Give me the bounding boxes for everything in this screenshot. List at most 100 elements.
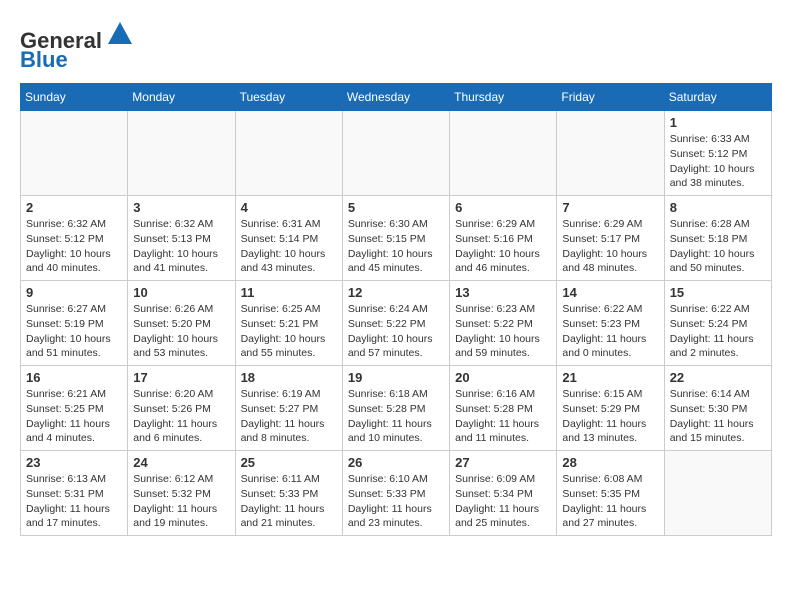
logo-icon <box>106 20 134 48</box>
calendar-cell: 15 Sunrise: 6:22 AM Sunset: 5:24 PM Dayli… <box>664 281 771 366</box>
calendar-cell: 6 Sunrise: 6:29 AM Sunset: 5:16 PM Daylig… <box>450 196 557 281</box>
day-number: 13 <box>455 285 551 300</box>
day-number: 28 <box>562 455 658 470</box>
day-number: 2 <box>26 200 122 215</box>
logo: General Blue <box>20 20 134 73</box>
day-number: 1 <box>670 115 766 130</box>
day-info: Sunrise: 6:32 AM Sunset: 5:13 PM Dayligh… <box>133 217 229 276</box>
calendar-cell: 16Sunrise: 6:21 AM Sunset: 5:25 PM Dayli… <box>21 366 128 451</box>
day-number: 20 <box>455 370 551 385</box>
calendar-cell: 4 Sunrise: 6:31 AM Sunset: 5:14 PM Daylig… <box>235 196 342 281</box>
day-number: 18 <box>241 370 337 385</box>
calendar-cell: 25 Sunrise: 6:11 AM Sunset: 5:33 PM Dayli… <box>235 451 342 536</box>
calendar-cell: 20 Sunrise: 6:16 AM Sunset: 5:28 PM Dayli… <box>450 366 557 451</box>
day-info: Sunrise: 6:11 AM Sunset: 5:33 PM Dayligh… <box>241 472 337 531</box>
calendar-week-row: 2Sunrise: 6:32 AM Sunset: 5:12 PM Daylig… <box>21 196 772 281</box>
day-number: 23 <box>26 455 122 470</box>
day-number: 3 <box>133 200 229 215</box>
day-number: 16 <box>26 370 122 385</box>
day-number: 19 <box>348 370 444 385</box>
calendar-cell: 7 Sunrise: 6:29 AM Sunset: 5:17 PM Daylig… <box>557 196 664 281</box>
calendar-cell <box>557 111 664 196</box>
day-info: Sunrise: 6:14 AM Sunset: 5:30 PM Dayligh… <box>670 387 766 446</box>
day-number: 15 <box>670 285 766 300</box>
day-info: Sunrise: 6:26 AM Sunset: 5:20 PM Dayligh… <box>133 302 229 361</box>
weekday-header-monday: Monday <box>128 84 235 111</box>
day-info: Sunrise: 6:08 AM Sunset: 5:35 PM Dayligh… <box>562 472 658 531</box>
calendar-cell: 9 Sunrise: 6:27 AM Sunset: 5:19 PM Daylig… <box>21 281 128 366</box>
day-info: Sunrise: 6:12 AM Sunset: 5:32 PM Dayligh… <box>133 472 229 531</box>
day-info: Sunrise: 6:27 AM Sunset: 5:19 PM Dayligh… <box>26 302 122 361</box>
day-info: Sunrise: 6:28 AM Sunset: 5:18 PM Dayligh… <box>670 217 766 276</box>
calendar-cell <box>21 111 128 196</box>
calendar-cell: 1 Sunrise: 6:33 AM Sunset: 5:12 PM Daylig… <box>664 111 771 196</box>
day-info: Sunrise: 6:15 AM Sunset: 5:29 PM Dayligh… <box>562 387 658 446</box>
calendar-cell <box>128 111 235 196</box>
calendar-cell: 26Sunrise: 6:10 AM Sunset: 5:33 PM Dayli… <box>342 451 449 536</box>
day-info: Sunrise: 6:10 AM Sunset: 5:33 PM Dayligh… <box>348 472 444 531</box>
page-header: General Blue <box>20 20 772 73</box>
day-info: Sunrise: 6:09 AM Sunset: 5:34 PM Dayligh… <box>455 472 551 531</box>
day-number: 12 <box>348 285 444 300</box>
calendar-cell <box>235 111 342 196</box>
day-info: Sunrise: 6:22 AM Sunset: 5:23 PM Dayligh… <box>562 302 658 361</box>
calendar-cell: 17 Sunrise: 6:20 AM Sunset: 5:26 PM Dayli… <box>128 366 235 451</box>
calendar-table: SundayMondayTuesdayWednesdayThursdayFrid… <box>20 83 772 536</box>
day-number: 21 <box>562 370 658 385</box>
day-info: Sunrise: 6:31 AM Sunset: 5:14 PM Dayligh… <box>241 217 337 276</box>
day-info: Sunrise: 6:25 AM Sunset: 5:21 PM Dayligh… <box>241 302 337 361</box>
day-info: Sunrise: 6:16 AM Sunset: 5:28 PM Dayligh… <box>455 387 551 446</box>
day-info: Sunrise: 6:29 AM Sunset: 5:17 PM Dayligh… <box>562 217 658 276</box>
day-number: 17 <box>133 370 229 385</box>
day-number: 25 <box>241 455 337 470</box>
calendar-cell: 19 Sunrise: 6:18 AM Sunset: 5:28 PM Dayli… <box>342 366 449 451</box>
calendar-cell: 11 Sunrise: 6:25 AM Sunset: 5:21 PM Dayli… <box>235 281 342 366</box>
weekday-header-row: SundayMondayTuesdayWednesdayThursdayFrid… <box>21 84 772 111</box>
calendar-cell: 14 Sunrise: 6:22 AM Sunset: 5:23 PM Dayli… <box>557 281 664 366</box>
weekday-header-wednesday: Wednesday <box>342 84 449 111</box>
weekday-header-saturday: Saturday <box>664 84 771 111</box>
calendar-cell: 22 Sunrise: 6:14 AM Sunset: 5:30 PM Dayli… <box>664 366 771 451</box>
calendar-cell: 8 Sunrise: 6:28 AM Sunset: 5:18 PM Daylig… <box>664 196 771 281</box>
day-info: Sunrise: 6:20 AM Sunset: 5:26 PM Dayligh… <box>133 387 229 446</box>
calendar-cell <box>342 111 449 196</box>
day-info: Sunrise: 6:22 AM Sunset: 5:24 PM Dayligh… <box>670 302 766 361</box>
day-number: 5 <box>348 200 444 215</box>
calendar-cell <box>664 451 771 536</box>
day-number: 9 <box>26 285 122 300</box>
day-number: 14 <box>562 285 658 300</box>
calendar-cell: 2Sunrise: 6:32 AM Sunset: 5:12 PM Daylig… <box>21 196 128 281</box>
calendar-week-row: 23Sunrise: 6:13 AM Sunset: 5:31 PM Dayli… <box>21 451 772 536</box>
weekday-header-sunday: Sunday <box>21 84 128 111</box>
calendar-cell: 13 Sunrise: 6:23 AM Sunset: 5:22 PM Dayli… <box>450 281 557 366</box>
calendar-cell: 24 Sunrise: 6:12 AM Sunset: 5:32 PM Dayli… <box>128 451 235 536</box>
day-number: 10 <box>133 285 229 300</box>
calendar-cell: 21 Sunrise: 6:15 AM Sunset: 5:29 PM Dayli… <box>557 366 664 451</box>
day-number: 11 <box>241 285 337 300</box>
day-info: Sunrise: 6:30 AM Sunset: 5:15 PM Dayligh… <box>348 217 444 276</box>
day-number: 22 <box>670 370 766 385</box>
day-number: 6 <box>455 200 551 215</box>
day-number: 24 <box>133 455 229 470</box>
calendar-cell: 10 Sunrise: 6:26 AM Sunset: 5:20 PM Dayli… <box>128 281 235 366</box>
day-info: Sunrise: 6:23 AM Sunset: 5:22 PM Dayligh… <box>455 302 551 361</box>
weekday-header-tuesday: Tuesday <box>235 84 342 111</box>
weekday-header-thursday: Thursday <box>450 84 557 111</box>
calendar-week-row: 1 Sunrise: 6:33 AM Sunset: 5:12 PM Daylig… <box>21 111 772 196</box>
weekday-header-friday: Friday <box>557 84 664 111</box>
calendar-cell: 12 Sunrise: 6:24 AM Sunset: 5:22 PM Dayli… <box>342 281 449 366</box>
day-info: Sunrise: 6:33 AM Sunset: 5:12 PM Dayligh… <box>670 132 766 191</box>
day-info: Sunrise: 6:18 AM Sunset: 5:28 PM Dayligh… <box>348 387 444 446</box>
day-info: Sunrise: 6:29 AM Sunset: 5:16 PM Dayligh… <box>455 217 551 276</box>
day-number: 27 <box>455 455 551 470</box>
day-number: 4 <box>241 200 337 215</box>
day-number: 8 <box>670 200 766 215</box>
calendar-week-row: 16Sunrise: 6:21 AM Sunset: 5:25 PM Dayli… <box>21 366 772 451</box>
day-info: Sunrise: 6:19 AM Sunset: 5:27 PM Dayligh… <box>241 387 337 446</box>
day-number: 7 <box>562 200 658 215</box>
day-info: Sunrise: 6:24 AM Sunset: 5:22 PM Dayligh… <box>348 302 444 361</box>
calendar-cell: 18 Sunrise: 6:19 AM Sunset: 5:27 PM Dayli… <box>235 366 342 451</box>
calendar-cell: 3 Sunrise: 6:32 AM Sunset: 5:13 PM Daylig… <box>128 196 235 281</box>
calendar-cell: 5 Sunrise: 6:30 AM Sunset: 5:15 PM Daylig… <box>342 196 449 281</box>
calendar-cell: 23Sunrise: 6:13 AM Sunset: 5:31 PM Dayli… <box>21 451 128 536</box>
